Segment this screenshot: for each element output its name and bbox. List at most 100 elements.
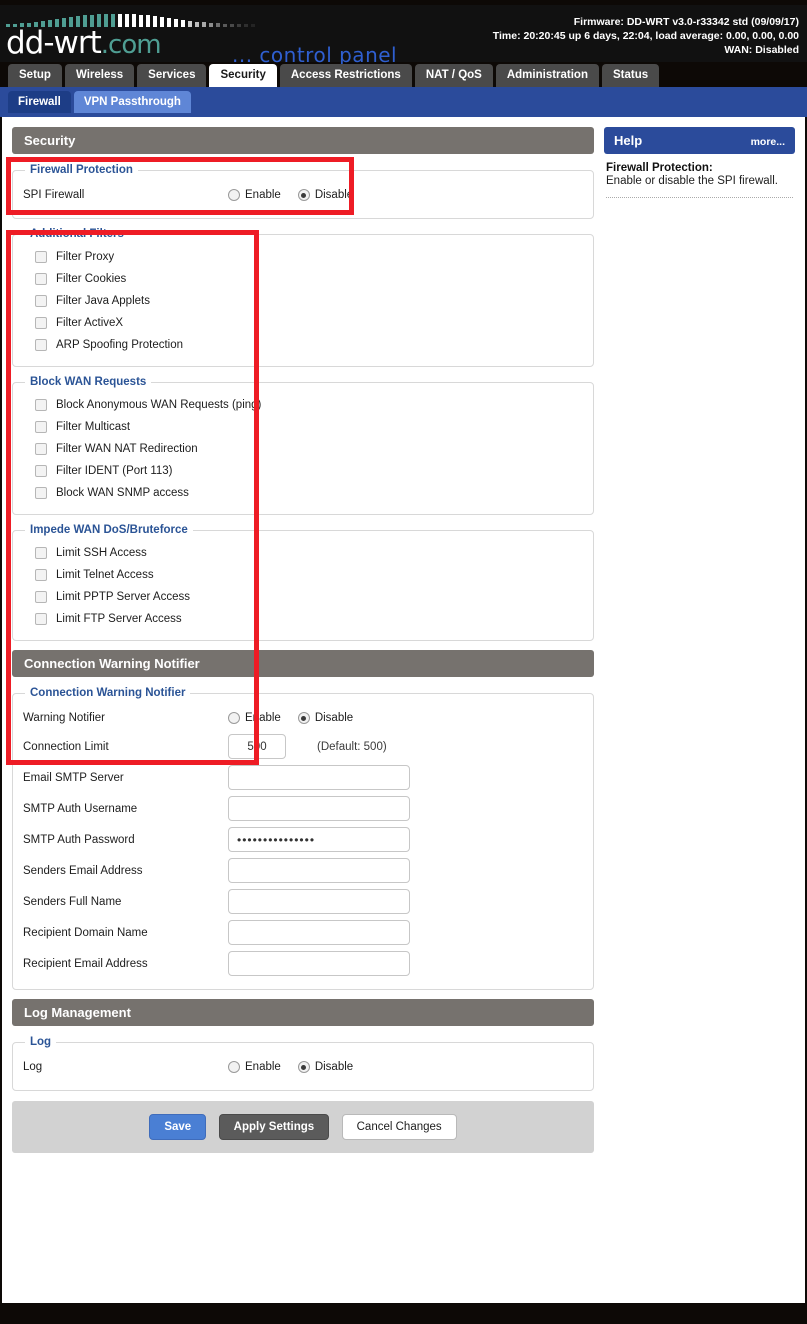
logo-tick bbox=[167, 18, 171, 27]
nav-tab-services[interactable]: Services bbox=[137, 64, 207, 87]
label-spi-enable[interactable]: Enable bbox=[245, 189, 281, 201]
logo-tick bbox=[111, 14, 115, 27]
hint-connection-limit: (Default: 500) bbox=[317, 740, 387, 753]
input-email-smtp-server[interactable] bbox=[228, 765, 410, 790]
section-bar-security: Security bbox=[12, 127, 594, 154]
row-blockwan-filter-wan-nat-redirection: Filter WAN NAT Redirection bbox=[23, 438, 583, 460]
legend-additional-filters: Additional Filters bbox=[30, 228, 124, 240]
row-blockwan-filter-ident-port-113: Filter IDENT (Port 113) bbox=[23, 460, 583, 482]
nav-tab-setup[interactable]: Setup bbox=[8, 64, 62, 87]
radio-log-enable[interactable] bbox=[228, 1061, 240, 1073]
label-log-enable[interactable]: Enable bbox=[245, 1061, 281, 1073]
row-blockwan-filter-multicast: Filter Multicast bbox=[23, 416, 583, 438]
label-spi-disable[interactable]: Disable bbox=[315, 189, 353, 201]
input-senders-full-name[interactable] bbox=[228, 889, 410, 914]
label-impede-limit-telnet-access[interactable]: Limit Telnet Access bbox=[56, 569, 154, 581]
nav-tab-nat-qos[interactable]: NAT / QoS bbox=[414, 64, 493, 87]
label-notifier-disable[interactable]: Disable bbox=[315, 712, 353, 724]
row-connection-limit: Connection Limit (Default: 500) bbox=[23, 731, 583, 762]
checkbox-impede-limit-ftp-server-access[interactable] bbox=[35, 613, 47, 625]
logo-tick bbox=[237, 24, 241, 27]
label-smtp-auth-username: SMTP Auth Username bbox=[23, 802, 138, 815]
logo-tick bbox=[160, 17, 164, 27]
checkbox-blockwan-filter-multicast[interactable] bbox=[35, 421, 47, 433]
input-smtp-auth-username[interactable] bbox=[228, 796, 410, 821]
input-connection-limit[interactable] bbox=[228, 734, 286, 759]
label-filter-arp-spoofing-protection[interactable]: ARP Spoofing Protection bbox=[56, 339, 183, 351]
fieldset-impede-dos: Impede WAN DoS/Bruteforce Limit SSH Acce… bbox=[12, 524, 594, 641]
nav-tab-wireless[interactable]: Wireless bbox=[64, 64, 135, 87]
label-log-disable[interactable]: Disable bbox=[315, 1061, 353, 1073]
checkbox-blockwan-block-wan-snmp-access[interactable] bbox=[35, 487, 47, 499]
row-impede-limit-pptp-server-access: Limit PPTP Server Access bbox=[23, 586, 583, 608]
label-recipient-domain-name: Recipient Domain Name bbox=[23, 926, 148, 939]
label-blockwan-filter-ident-port-113[interactable]: Filter IDENT (Port 113) bbox=[56, 465, 173, 477]
radio-notifier-enable[interactable] bbox=[228, 712, 240, 724]
logo-tick bbox=[195, 22, 199, 27]
row-recipient-domain-name: Recipient Domain Name bbox=[23, 917, 583, 948]
apply-settings-button[interactable]: Apply Settings bbox=[218, 1114, 330, 1140]
radio-spi-disable[interactable] bbox=[297, 189, 310, 201]
radio-spi-enable[interactable] bbox=[228, 189, 240, 201]
logo-tick bbox=[132, 14, 136, 27]
sub-tab-firewall[interactable]: Firewall bbox=[8, 91, 71, 113]
action-button-bar: Save Apply Settings Cancel Changes bbox=[12, 1101, 594, 1153]
checkbox-blockwan-filter-wan-nat-redirection[interactable] bbox=[35, 443, 47, 455]
checkbox-blockwan-block-anonymous-wan-requests-ping[interactable] bbox=[35, 399, 47, 411]
cancel-changes-button[interactable]: Cancel Changes bbox=[341, 1114, 457, 1140]
header-bar: dd-wrt.com ... control panel Firmware: D… bbox=[0, 5, 807, 67]
row-log: Log Enable Disable bbox=[23, 1054, 583, 1080]
nav-tab-access-restrictions[interactable]: Access Restrictions bbox=[279, 64, 412, 87]
checkbox-filter-filter-proxy[interactable] bbox=[35, 251, 47, 263]
wan-status: WAN: Disabled bbox=[724, 44, 799, 56]
sub-tab-vpn-passthrough[interactable]: VPN Passthrough bbox=[73, 91, 191, 113]
label-blockwan-block-wan-snmp-access[interactable]: Block WAN SNMP access bbox=[56, 487, 189, 499]
label-blockwan-filter-multicast[interactable]: Filter Multicast bbox=[56, 421, 130, 433]
checkbox-filter-filter-cookies[interactable] bbox=[35, 273, 47, 285]
checkbox-filter-arp-spoofing-protection[interactable] bbox=[35, 339, 47, 351]
label-filter-filter-cookies[interactable]: Filter Cookies bbox=[56, 273, 126, 285]
legend-connection-warning-notifier: Connection Warning Notifier bbox=[30, 687, 186, 699]
label-filter-filter-java-applets[interactable]: Filter Java Applets bbox=[56, 295, 150, 307]
row-impede-limit-ssh-access: Limit SSH Access bbox=[23, 542, 583, 564]
row-blockwan-block-wan-snmp-access: Block WAN SNMP access bbox=[23, 482, 583, 504]
row-filter-arp-spoofing-protection: ARP Spoofing Protection bbox=[23, 334, 583, 356]
nav-tab-administration[interactable]: Administration bbox=[495, 64, 599, 87]
help-divider bbox=[606, 197, 793, 198]
brand-logo: dd-wrt.com bbox=[6, 14, 258, 60]
label-filter-filter-proxy[interactable]: Filter Proxy bbox=[56, 251, 114, 263]
input-recipient-domain-name[interactable] bbox=[228, 920, 410, 945]
input-smtp-auth-password[interactable] bbox=[228, 827, 410, 852]
radio-notifier-disable[interactable] bbox=[297, 712, 310, 724]
label-impede-limit-ssh-access[interactable]: Limit SSH Access bbox=[56, 547, 147, 559]
checkbox-list-impede-dos: Limit SSH Access Limit Telnet Access Limit… bbox=[23, 542, 583, 630]
label-impede-limit-pptp-server-access[interactable]: Limit PPTP Server Access bbox=[56, 591, 190, 603]
row-impede-limit-telnet-access: Limit Telnet Access bbox=[23, 564, 583, 586]
checkbox-impede-limit-pptp-server-access[interactable] bbox=[35, 591, 47, 603]
logo-tick bbox=[188, 21, 192, 27]
nav-tab-status[interactable]: Status bbox=[601, 64, 660, 87]
logo-tick bbox=[244, 24, 248, 27]
logo-tick bbox=[153, 16, 157, 27]
checkbox-impede-limit-ssh-access[interactable] bbox=[35, 547, 47, 559]
label-impede-limit-ftp-server-access[interactable]: Limit FTP Server Access bbox=[56, 613, 182, 625]
label-filter-filter-activex[interactable]: Filter ActiveX bbox=[56, 317, 123, 329]
nav-tab-security[interactable]: Security bbox=[209, 64, 277, 87]
input-senders-email-address[interactable] bbox=[228, 858, 410, 883]
help-more-link[interactable]: more... bbox=[751, 136, 785, 148]
input-recipient-email-address[interactable] bbox=[228, 951, 410, 976]
checkbox-blockwan-filter-ident-port-113[interactable] bbox=[35, 465, 47, 477]
radio-log-disable[interactable] bbox=[297, 1061, 310, 1073]
row-filter-filter-activex: Filter ActiveX bbox=[23, 312, 583, 334]
label-notifier-enable[interactable]: Enable bbox=[245, 712, 281, 724]
radiogroup-spi-firewall: Enable Disable bbox=[228, 189, 365, 201]
checkbox-filter-filter-activex[interactable] bbox=[35, 317, 47, 329]
label-blockwan-filter-wan-nat-redirection[interactable]: Filter WAN NAT Redirection bbox=[56, 443, 198, 455]
label-blockwan-block-anonymous-wan-requests-ping[interactable]: Block Anonymous WAN Requests (ping) bbox=[56, 399, 261, 411]
label-warning-notifier: Warning Notifier bbox=[23, 712, 106, 724]
save-button[interactable]: Save bbox=[149, 1114, 207, 1140]
fieldset-additional-filters: Additional Filters Filter Proxy Filter Co… bbox=[12, 228, 594, 367]
legend-impede-dos: Impede WAN DoS/Bruteforce bbox=[30, 524, 188, 536]
checkbox-filter-filter-java-applets[interactable] bbox=[35, 295, 47, 307]
checkbox-impede-limit-telnet-access[interactable] bbox=[35, 569, 47, 581]
